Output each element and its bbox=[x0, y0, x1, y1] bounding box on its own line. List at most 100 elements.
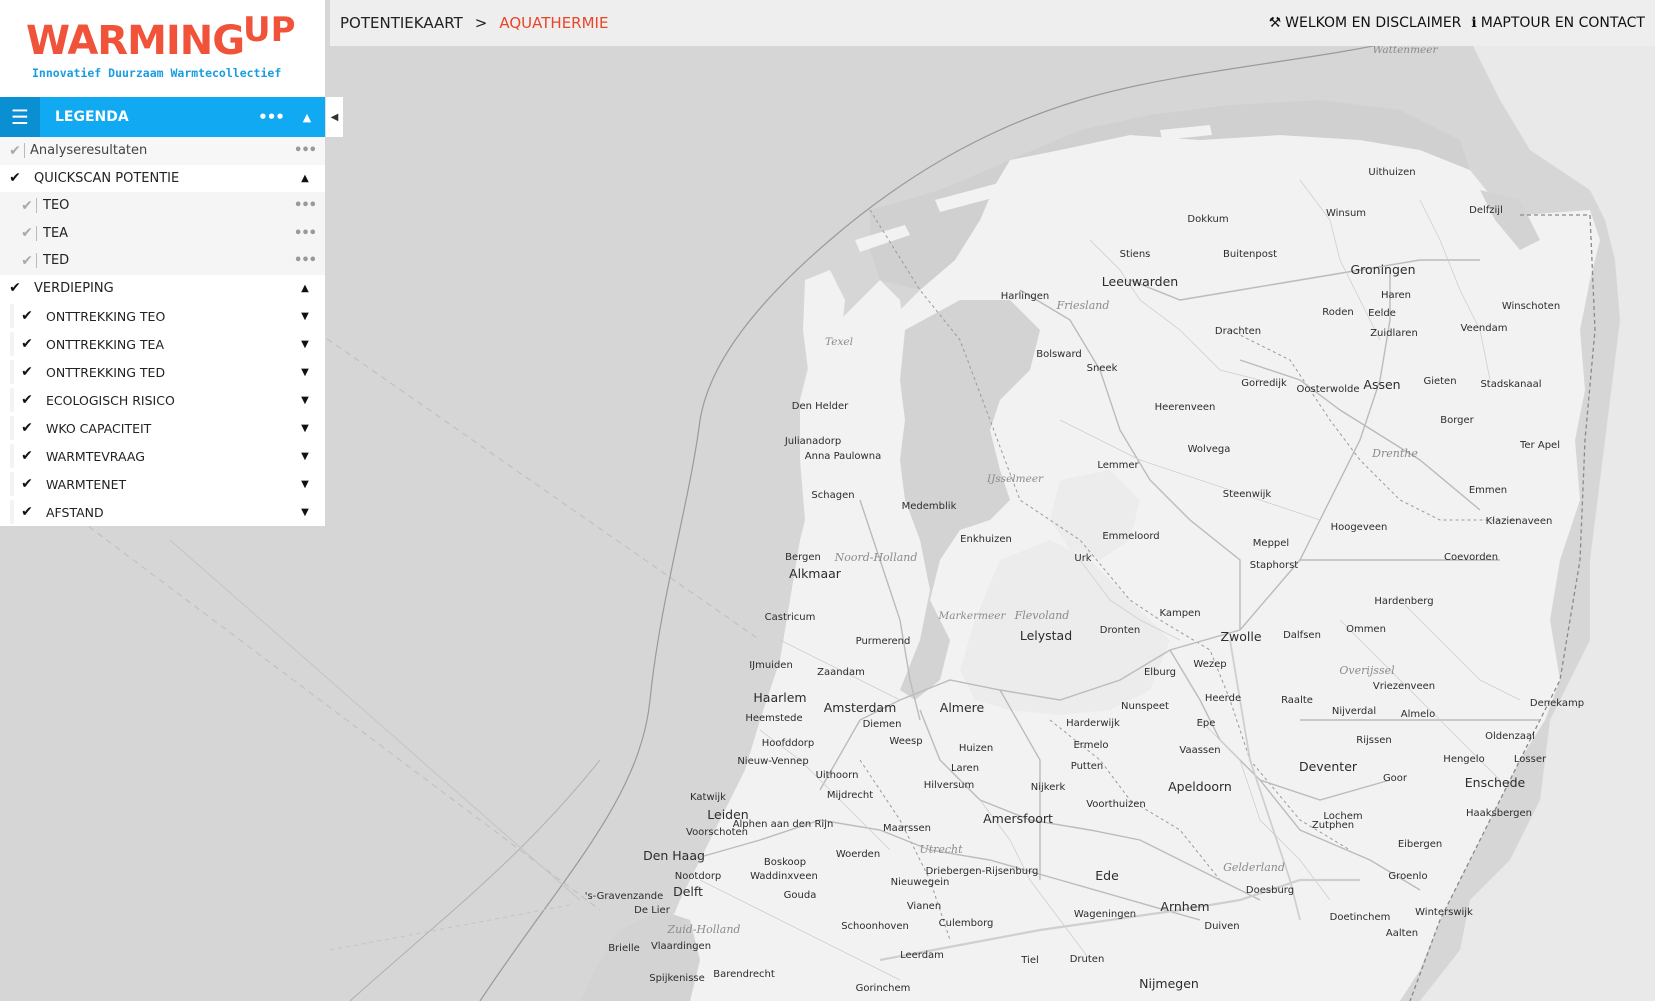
place-label-woerden: Woerden bbox=[836, 849, 880, 860]
place-label-eibergen: Eibergen bbox=[1398, 839, 1442, 850]
breadcrumb-root[interactable]: POTENTIEKAART bbox=[340, 14, 463, 32]
place-label-texel: Texel bbox=[825, 336, 853, 348]
place-label-assen: Assen bbox=[1363, 377, 1400, 392]
check-icon[interactable]: ✔ bbox=[6, 143, 24, 159]
check-icon[interactable]: ✔ bbox=[6, 170, 24, 186]
check-icon[interactable]: ✔ bbox=[18, 225, 36, 241]
place-label-veendam: Veendam bbox=[1461, 323, 1508, 334]
place-label-nijverdal: Nijverdal bbox=[1332, 706, 1376, 717]
layer-label: TEO bbox=[36, 198, 285, 214]
place-label-almelo: Almelo bbox=[1401, 709, 1435, 720]
place-label-enkhuizen: Enkhuizen bbox=[960, 534, 1012, 545]
check-icon[interactable]: ✔ bbox=[18, 198, 36, 214]
place-label-doesburg: Doesburg bbox=[1246, 885, 1294, 896]
layer-teo[interactable]: ✔ TEO ••• bbox=[0, 192, 325, 220]
legend-options-icon[interactable]: ••• bbox=[253, 108, 289, 126]
more-options-icon[interactable]: ••• bbox=[285, 253, 325, 268]
caret-up-icon[interactable]: ▲ bbox=[285, 283, 325, 294]
place-label-gorinchem: Gorinchem bbox=[856, 983, 911, 994]
legend-collapse-icon[interactable]: ▲ bbox=[289, 111, 325, 124]
more-options-icon[interactable]: ••• bbox=[285, 143, 325, 158]
caret-down-icon[interactable]: ▼ bbox=[285, 395, 325, 406]
layer-label: ONTTREKKING TED bbox=[46, 364, 166, 380]
place-label-vaassen: Vaassen bbox=[1179, 745, 1220, 756]
place-label-delfzijl: Delfzijl bbox=[1469, 205, 1503, 216]
group-quickscan-potentie[interactable]: ✔ QUICKSCAN POTENTIE ▲ bbox=[0, 164, 325, 192]
place-label-arnhem: Arnhem bbox=[1160, 899, 1209, 914]
caret-down-icon[interactable]: ▼ bbox=[285, 311, 325, 322]
place-label-amsterdam: Amsterdam bbox=[824, 700, 897, 715]
layer-onttrekking-ted[interactable]: ✔ ONTTREKKING TED ▼ bbox=[0, 358, 325, 386]
caret-down-icon[interactable]: ▼ bbox=[285, 451, 325, 462]
check-icon[interactable]: ✔ bbox=[18, 364, 36, 380]
place-label-zaandam: Zaandam bbox=[817, 667, 865, 678]
place-label-eelde: Eelde bbox=[1368, 308, 1396, 319]
place-label--s-gravenzande: 's-Gravenzande bbox=[585, 891, 664, 902]
place-label-klazienaveen: Klazienaveen bbox=[1486, 516, 1553, 527]
layer-analyseresultaten[interactable]: ✔ Analyseresultaten ••• bbox=[0, 137, 325, 165]
layer-warmtevraag[interactable]: ✔ WARMTEVRAAG ▼ bbox=[0, 442, 325, 470]
check-icon[interactable]: ✔ bbox=[18, 392, 36, 408]
place-label-nieuw-vennep: Nieuw-Vennep bbox=[737, 756, 808, 767]
more-options-icon[interactable]: ••• bbox=[285, 226, 325, 241]
caret-down-icon[interactable]: ▼ bbox=[285, 507, 325, 518]
place-label-voorschoten: Voorschoten bbox=[686, 827, 748, 838]
place-label-schoonhoven: Schoonhoven bbox=[841, 921, 909, 932]
caret-down-icon[interactable]: ▼ bbox=[285, 339, 325, 350]
check-icon[interactable]: ✔ bbox=[18, 476, 36, 492]
place-label-groenlo: Groenlo bbox=[1388, 871, 1427, 882]
warmingup-logo[interactable]: WARMING UP Innovatief Duurzaam Warmtecol… bbox=[0, 0, 325, 97]
place-label-harlingen: Harlingen bbox=[1001, 291, 1050, 302]
place-label-ter-apel: Ter Apel bbox=[1519, 440, 1560, 451]
welcome-disclaimer-link[interactable]: ⚒ WELKOM EN DISCLAIMER bbox=[1269, 15, 1462, 31]
layer-label: WARMTENET bbox=[46, 476, 127, 492]
place-label-groningen: Groningen bbox=[1350, 262, 1415, 277]
caret-down-icon[interactable]: ▼ bbox=[285, 479, 325, 490]
more-options-icon[interactable]: ••• bbox=[285, 198, 325, 213]
collapse-panel-button[interactable]: ◀ bbox=[325, 97, 343, 137]
caret-down-icon[interactable]: ▼ bbox=[285, 367, 325, 378]
place-label-denekamp: Denekamp bbox=[1530, 698, 1584, 709]
maptour-contact-link[interactable]: i MAPTOUR EN CONTACT bbox=[1471, 15, 1645, 31]
place-label-drachten: Drachten bbox=[1215, 326, 1261, 337]
check-icon[interactable]: ✔ bbox=[6, 280, 24, 296]
layer-wko-capaciteit[interactable]: ✔ WKO CAPACITEIT ▼ bbox=[0, 414, 325, 442]
place-label-borger: Borger bbox=[1440, 415, 1474, 426]
place-label-steenwijk: Steenwijk bbox=[1223, 489, 1272, 500]
place-label-sneek: Sneek bbox=[1087, 363, 1118, 374]
check-icon[interactable]: ✔ bbox=[18, 420, 36, 436]
place-label-haren: Haren bbox=[1381, 290, 1411, 301]
layer-warmtenet[interactable]: ✔ WARMTENET ▼ bbox=[0, 470, 325, 498]
group-verdieping[interactable]: ✔ VERDIEPING ▲ bbox=[0, 274, 325, 302]
place-label-heerenveen: Heerenveen bbox=[1155, 402, 1216, 413]
maptour-contact-label: MAPTOUR EN CONTACT bbox=[1480, 15, 1645, 31]
check-icon[interactable]: ✔ bbox=[18, 504, 36, 520]
layer-tea[interactable]: ✔ TEA ••• bbox=[0, 219, 325, 247]
place-label-voorthuizen: Voorthuizen bbox=[1086, 799, 1146, 810]
place-label-uithoorn: Uithoorn bbox=[816, 770, 859, 781]
place-label-nootdorp: Nootdorp bbox=[675, 871, 722, 882]
place-label-ijmuiden: IJmuiden bbox=[749, 660, 793, 671]
layer-ted[interactable]: ✔ TED ••• bbox=[0, 247, 325, 275]
layer-ecologisch-risico[interactable]: ✔ ECOLOGISCH RISICO ▼ bbox=[0, 386, 325, 414]
place-label-rijssen: Rijssen bbox=[1356, 735, 1391, 746]
layer-onttrekking-teo[interactable]: ✔ ONTTREKKING TEO ▼ bbox=[0, 302, 325, 330]
layer-onttrekking-tea[interactable]: ✔ ONTTREKKING TEA ▼ bbox=[0, 330, 325, 358]
breadcrumb-current[interactable]: AQUATHERMIE bbox=[499, 14, 608, 32]
caret-up-icon[interactable]: ▲ bbox=[285, 173, 325, 184]
check-icon[interactable]: ✔ bbox=[18, 308, 36, 324]
caret-down-icon[interactable]: ▼ bbox=[285, 423, 325, 434]
place-label-barendrecht: Barendrecht bbox=[713, 969, 775, 980]
check-icon[interactable]: ✔ bbox=[18, 336, 36, 352]
place-label-nieuwegein: Nieuwegein bbox=[891, 877, 950, 888]
place-label-goor: Goor bbox=[1383, 773, 1408, 784]
place-label-drenthe: Drenthe bbox=[1371, 447, 1418, 460]
place-label-spijkenisse: Spijkenisse bbox=[649, 973, 705, 984]
check-icon[interactable]: ✔ bbox=[18, 448, 36, 464]
place-label-boskoop: Boskoop bbox=[764, 857, 806, 868]
check-icon[interactable]: ✔ bbox=[18, 253, 36, 269]
place-label-maarssen: Maarssen bbox=[883, 823, 931, 834]
layer-afstand[interactable]: ✔ AFSTAND ▼ bbox=[0, 498, 325, 526]
hamburger-menu-icon[interactable]: ☰ bbox=[0, 97, 40, 137]
place-label-hardenberg: Hardenberg bbox=[1374, 596, 1433, 607]
